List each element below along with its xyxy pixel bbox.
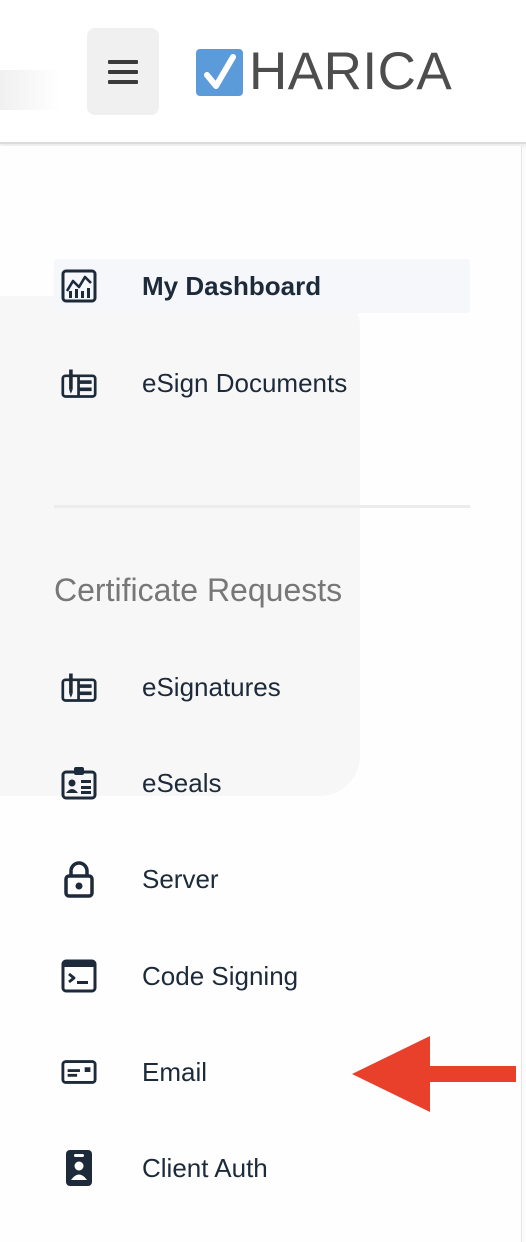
sidebar-item-label: Code Signing <box>142 960 299 991</box>
menu-toggle-button[interactable] <box>87 28 159 115</box>
dashboard-chart-icon <box>61 268 97 304</box>
badge-icon <box>61 1150 97 1186</box>
signature-icon <box>61 669 97 705</box>
sidebar-item-label: eSignatures <box>142 671 281 702</box>
top-header: HARICA <box>0 0 526 144</box>
check-logo-icon <box>196 48 243 96</box>
lock-icon <box>61 861 97 898</box>
sidebar-item-esignatures[interactable]: eSignatures <box>54 660 470 714</box>
sidebar-item-esign-documents[interactable]: eSign Documents <box>54 356 470 410</box>
page: HARICA My Dashboard eSign Documents Cert… <box>0 0 526 1242</box>
email-card-icon <box>61 1054 97 1090</box>
harica-logo[interactable]: HARICA <box>196 42 453 101</box>
sidebar-item-code-signing[interactable]: Code Signing <box>54 949 470 1003</box>
sidebar-item-client-auth[interactable]: Client Auth <box>54 1141 470 1195</box>
sidebar-item-my-dashboard[interactable]: My Dashboard <box>54 259 470 313</box>
section-title-certificate-requests: Certificate Requests <box>54 572 343 608</box>
id-card-icon <box>61 765 97 801</box>
sidebar-item-label: Client Auth <box>142 1152 268 1183</box>
sidebar-item-label: Server <box>142 863 219 894</box>
sidebar-item-label: eSign Documents <box>142 367 348 398</box>
sidebar-divider <box>54 505 470 508</box>
terminal-icon <box>61 958 97 994</box>
annotation-arrow-icon <box>352 1036 516 1112</box>
sidebar-item-server[interactable]: Server <box>54 852 470 906</box>
hamburger-icon <box>108 59 138 84</box>
faded-background-text <box>0 70 60 110</box>
logo-wordmark: HARICA <box>249 42 453 101</box>
sidebar-item-label: Email <box>142 1056 208 1087</box>
sidebar-item-eseals[interactable]: eSeals <box>54 756 470 810</box>
sidebar-item-label: eSeals <box>142 767 222 798</box>
sidebar-item-label: My Dashboard <box>142 270 322 301</box>
sign-document-icon <box>61 365 97 401</box>
